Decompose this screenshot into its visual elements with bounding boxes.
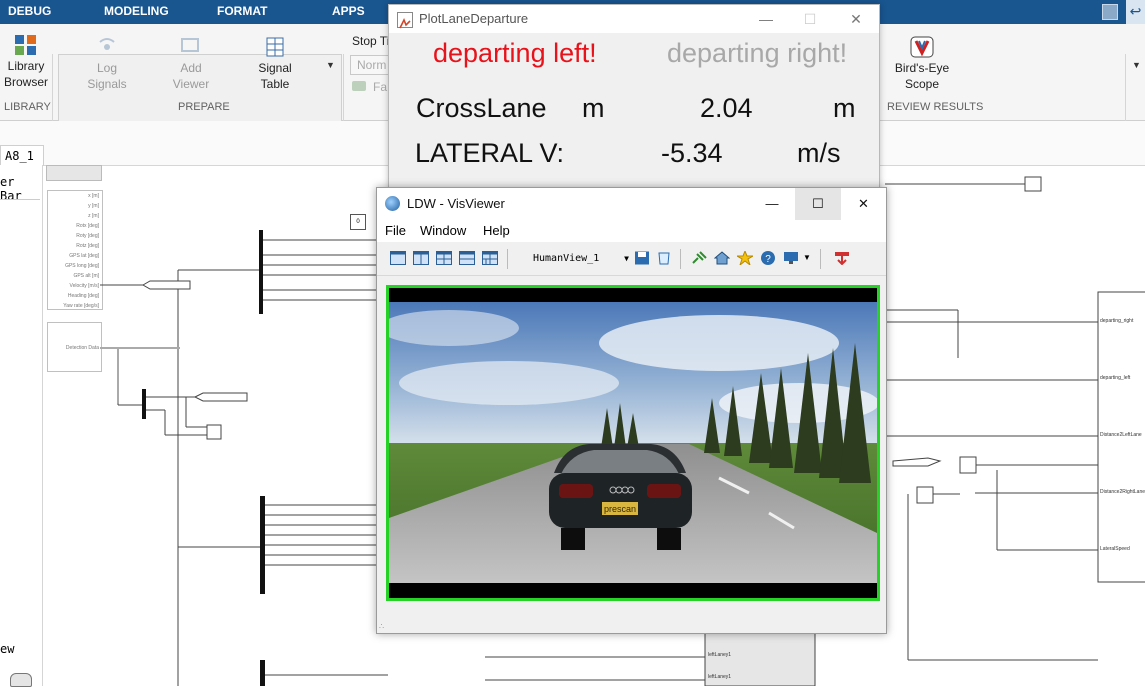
plot-window-titlebar: PlotLaneDeparture — ☐ ✕	[389, 5, 879, 33]
layout-single-icon[interactable]	[390, 251, 406, 265]
maximize-icon[interactable]: ☐	[795, 188, 841, 220]
menu-help[interactable]: Help	[483, 223, 510, 238]
departing-left-text: departing left!	[433, 38, 597, 68]
visviewer-menubar: File Window Help	[377, 220, 886, 242]
delete-icon[interactable]	[656, 251, 672, 265]
layout-quad-icon[interactable]	[436, 251, 452, 265]
crosslane-unit-2: m	[833, 93, 856, 123]
toolbar-separator	[507, 249, 508, 269]
output-port-label: Distance2RightLane	[1100, 489, 1145, 495]
crosslane-label: CrossLane	[416, 93, 547, 123]
menu-window[interactable]: Window	[420, 223, 466, 238]
save-icon[interactable]	[634, 251, 650, 265]
visviewer-title: LDW - VisViewer	[407, 196, 505, 211]
visviewer-app-icon	[385, 196, 400, 211]
plot-lane-departure-window: PlotLaneDeparture — ☐ ✕ departing left! …	[388, 4, 880, 190]
view-select[interactable]: HumanView_1 ▼	[527, 250, 631, 268]
star-icon[interactable]	[737, 251, 753, 265]
layout-split-vertical-icon[interactable]	[413, 251, 429, 265]
monitor-dropdown-icon[interactable]: ▼	[803, 253, 811, 262]
input-port-label: leftLaney1	[708, 674, 732, 680]
toolbar-separator	[820, 249, 821, 269]
view-select-value: HumanView_1	[533, 253, 600, 264]
scene-render: prescan	[389, 288, 877, 598]
crosslane-value: 2.04	[700, 93, 753, 123]
output-port-label: LateralSpeed	[1100, 546, 1130, 552]
lateral-velocity-unit: m/s	[797, 138, 841, 168]
menu-file[interactable]: File	[385, 223, 406, 238]
visviewer-window: LDW - VisViewer — ☐ ✕ File Window Help H…	[376, 187, 887, 634]
home-icon[interactable]	[714, 251, 730, 265]
record-icon[interactable]	[834, 251, 850, 265]
resize-grip-icon[interactable]: ∴	[379, 622, 384, 631]
input-port-label: leftLaney1	[708, 652, 732, 658]
matlab-figure-icon	[397, 12, 413, 29]
help-icon[interactable]: ?	[760, 251, 776, 265]
minimize-icon[interactable]: —	[749, 188, 795, 220]
layout-split-horizontal-icon[interactable]	[459, 251, 475, 265]
svg-text:?: ?	[765, 254, 771, 265]
departing-right-text: departing right!	[667, 38, 848, 68]
close-icon[interactable]: ✕	[833, 5, 879, 33]
plot-window-title: PlotLaneDeparture	[419, 11, 529, 26]
monitor-icon[interactable]	[783, 251, 799, 265]
chevron-down-icon: ▼	[624, 254, 629, 263]
layout-grid-icon[interactable]	[482, 251, 498, 265]
lateral-velocity-label: LATERAL V:	[415, 138, 565, 168]
close-icon[interactable]: ✕	[841, 188, 886, 220]
output-port-label: departing_left	[1100, 375, 1131, 381]
output-port-label: Distance2LeftLane	[1100, 432, 1142, 438]
3d-scene-viewport[interactable]: prescan	[386, 285, 880, 601]
lateral-velocity-value: -5.34	[661, 138, 723, 168]
pin-icon[interactable]	[691, 251, 707, 265]
crosslane-unit-1: m	[582, 93, 605, 123]
toolbar-separator	[680, 249, 681, 269]
output-port-label: departing_right	[1100, 318, 1134, 324]
maximize-icon[interactable]: ☐	[787, 5, 833, 33]
license-plate-text: prescan	[604, 504, 636, 514]
minimize-icon[interactable]: —	[743, 5, 789, 33]
visviewer-toolbar: HumanView_1 ▼ ? ▼	[377, 243, 886, 276]
visviewer-titlebar: LDW - VisViewer — ☐ ✕	[377, 188, 886, 220]
